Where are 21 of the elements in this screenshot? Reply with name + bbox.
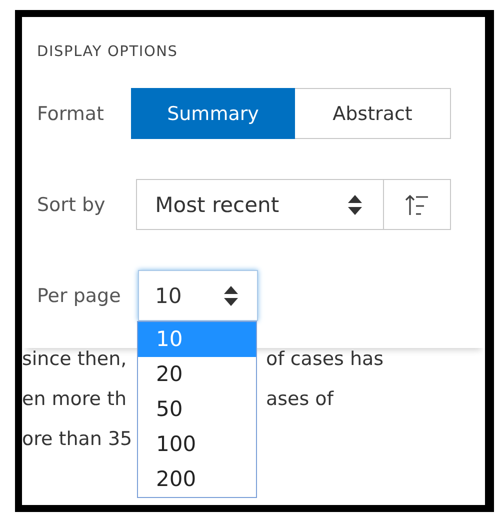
- sort-select[interactable]: Most recent: [136, 179, 384, 230]
- spinner-icon: [223, 284, 239, 308]
- sort-ascending-icon: [405, 192, 430, 216]
- body-text: ore than 35: [22, 428, 134, 450]
- sort-label: Sort by: [37, 194, 106, 216]
- sort-direction-button[interactable]: [384, 179, 451, 230]
- dropdown-option[interactable]: 200: [138, 462, 256, 497]
- format-option[interactable]: Summary: [131, 88, 295, 139]
- body-text: of cases has: [266, 348, 385, 370]
- dropdown-option[interactable]: 50: [138, 392, 256, 427]
- dropdown-option[interactable]: 20: [138, 357, 256, 392]
- format-option[interactable]: Abstract: [295, 88, 451, 139]
- body-text: since then,: [22, 348, 128, 370]
- spinner-icon: [347, 192, 364, 216]
- section-title: DISPLAY OPTIONS: [37, 43, 179, 62]
- per-page-select[interactable]: 10: [138, 270, 258, 321]
- body-text: ases of: [266, 388, 335, 410]
- per-page-label: Per page: [37, 284, 122, 306]
- dropdown-option[interactable]: 100: [138, 427, 256, 462]
- format-label: Format: [37, 102, 105, 124]
- body-text: en more th: [22, 388, 128, 410]
